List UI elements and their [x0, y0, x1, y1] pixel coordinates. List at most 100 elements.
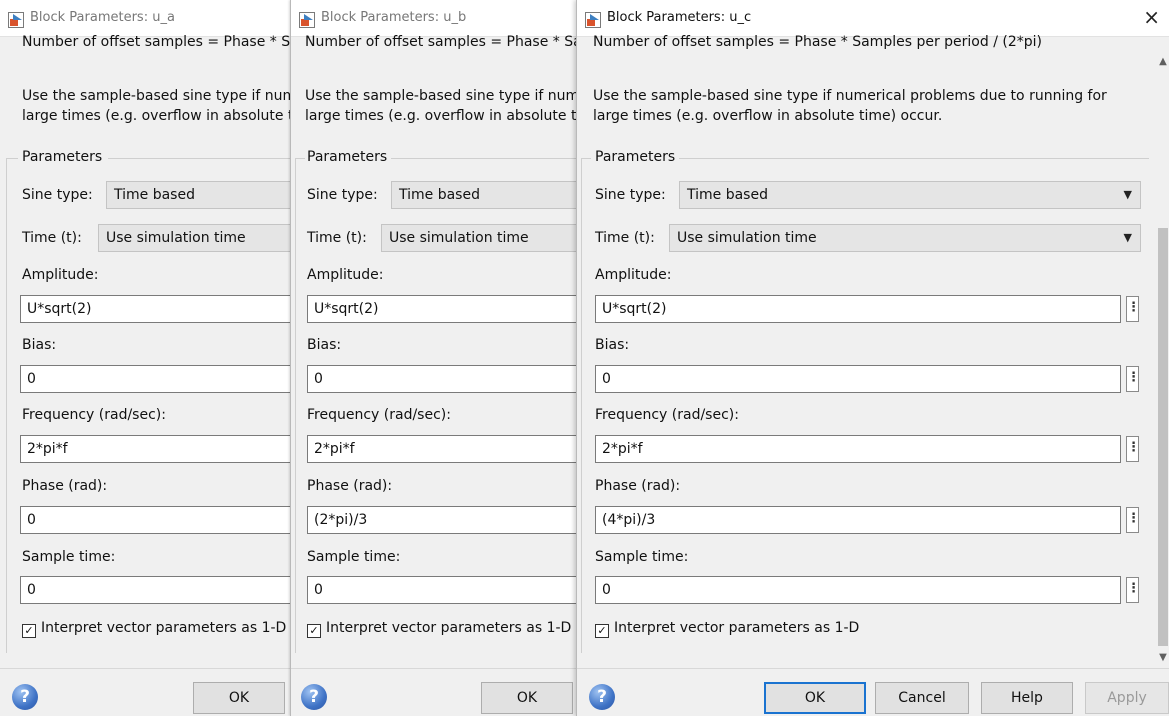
parameters-group-label: Parameters — [307, 149, 388, 165]
group-border — [108, 158, 320, 159]
interpret-vector-checkbox[interactable]: ✓ — [595, 624, 609, 638]
help-icon[interactable]: ? — [301, 684, 327, 710]
description-line-2: large times (e.g. overflow in absolute t… — [22, 108, 320, 124]
interpret-vector-checkbox-row[interactable]: ✓ Interpret vector parameters as 1-D — [307, 620, 571, 638]
sine-type-dropdown[interactable]: Time based ▼ — [679, 181, 1141, 209]
more-options-icon[interactable]: ⋮ — [1126, 366, 1140, 392]
group-border — [295, 158, 296, 653]
amplitude-input[interactable]: U*sqrt(2) — [307, 295, 611, 323]
help-icon[interactable]: ? — [589, 684, 615, 710]
scroll-down-icon[interactable]: ▼ — [1158, 652, 1168, 663]
amplitude-label: Amplitude: — [22, 267, 99, 283]
scrollbar-thumb[interactable] — [1158, 228, 1168, 646]
time-dropdown[interactable]: Use simulation time — [98, 224, 320, 252]
bias-input[interactable]: 0 — [307, 365, 611, 393]
sample-time-input[interactable]: 0 — [20, 576, 320, 604]
window-title: Block Parameters: u_a — [30, 10, 175, 25]
description-line-1: Use the sample-based sine type if numeri… — [305, 88, 611, 104]
phase-input[interactable]: (2*pi)/3 — [307, 506, 611, 534]
group-border — [6, 158, 7, 653]
interpret-vector-label: Interpret vector parameters as 1-D — [614, 620, 860, 636]
sine-type-dropdown[interactable]: Time based — [106, 181, 320, 209]
amplitude-label: Amplitude: — [307, 267, 384, 283]
chevron-down-icon: ▼ — [1123, 231, 1132, 244]
cancel-button[interactable]: Cancel — [875, 682, 969, 714]
sample-time-label: Sample time: — [595, 549, 689, 565]
apply-button[interactable]: Apply — [1085, 682, 1169, 714]
time-value: Use simulation time — [389, 230, 529, 246]
time-label: Time (t): — [595, 230, 655, 246]
phase-input[interactable]: 0 — [20, 506, 320, 534]
amplitude-input[interactable]: U*sqrt(2) — [595, 295, 1121, 323]
sine-type-label: Sine type: — [307, 187, 378, 203]
sample-time-label: Sample time: — [22, 549, 116, 565]
simulink-app-icon — [8, 12, 24, 28]
offset-formula-text: Number of offset samples = Phase * Sampl… — [22, 34, 320, 50]
frequency-input[interactable]: 2*pi*f — [307, 435, 611, 463]
bias-input[interactable]: 0 — [20, 365, 320, 393]
group-border — [295, 158, 305, 159]
sample-time-label: Sample time: — [307, 549, 401, 565]
sine-type-value: Time based — [114, 187, 195, 203]
group-border — [679, 158, 1149, 159]
ok-button[interactable]: OK — [193, 682, 285, 714]
sample-time-input[interactable]: 0 — [307, 576, 611, 604]
simulink-app-icon — [299, 12, 315, 28]
phase-label: Phase (rad): — [595, 478, 681, 494]
more-options-icon[interactable]: ⋮ — [1126, 507, 1140, 533]
description-line-2: large times (e.g. overflow in absolute t… — [593, 108, 943, 124]
sine-type-label: Sine type: — [595, 187, 666, 203]
chevron-down-icon: ▼ — [1123, 188, 1132, 201]
interpret-vector-checkbox[interactable]: ✓ — [307, 624, 321, 638]
amplitude-input[interactable]: U*sqrt(2) — [20, 295, 320, 323]
frequency-label: Frequency (rad/sec): — [22, 407, 166, 423]
close-icon[interactable]: × — [1143, 5, 1160, 29]
phase-label: Phase (rad): — [22, 478, 108, 494]
description-line-1: Use the sample-based sine type if numeri… — [22, 88, 320, 104]
offset-formula-text: Number of offset samples = Phase * Sampl… — [305, 34, 611, 50]
offset-formula-text: Number of offset samples = Phase * Sampl… — [593, 34, 1042, 50]
frequency-label: Frequency (rad/sec): — [307, 407, 451, 423]
help-button[interactable]: Help — [981, 682, 1073, 714]
window-title: Block Parameters: u_c — [607, 10, 752, 25]
dialog-u-a: Block Parameters: u_a Number of offset s… — [0, 0, 320, 716]
amplitude-label: Amplitude: — [595, 267, 672, 283]
more-options-icon[interactable]: ⋮ — [1126, 296, 1140, 322]
ok-button[interactable]: OK — [481, 682, 573, 714]
bias-label: Bias: — [595, 337, 630, 353]
bias-label: Bias: — [307, 337, 342, 353]
frequency-input[interactable]: 2*pi*f — [20, 435, 320, 463]
phase-label: Phase (rad): — [307, 478, 393, 494]
time-value: Use simulation time — [106, 230, 246, 246]
scroll-up-icon[interactable]: ▲ — [1158, 56, 1168, 67]
frequency-label: Frequency (rad/sec): — [595, 407, 739, 423]
time-value: Use simulation time — [677, 230, 817, 246]
interpret-vector-checkbox[interactable]: ✓ — [22, 624, 36, 638]
time-label: Time (t): — [307, 230, 367, 246]
sample-time-input[interactable]: 0 — [595, 576, 1121, 604]
button-bar-separator — [577, 668, 1169, 669]
group-border — [581, 158, 582, 653]
simulink-app-icon — [585, 12, 601, 28]
interpret-vector-checkbox-row[interactable]: ✓ Interpret vector parameters as 1-D — [22, 620, 286, 638]
phase-input[interactable]: (4*pi)/3 — [595, 506, 1121, 534]
interpret-vector-checkbox-row[interactable]: ✓ Interpret vector parameters as 1-D — [595, 620, 859, 638]
more-options-icon[interactable]: ⋮ — [1126, 436, 1140, 462]
sine-type-value: Time based — [687, 187, 768, 203]
description-line-2: large times (e.g. overflow in absolute t… — [305, 108, 611, 124]
description-line-1: Use the sample-based sine type if numeri… — [593, 88, 1107, 104]
dialog-u-c: Block Parameters: u_c × Number of offset… — [576, 0, 1169, 716]
ok-button[interactable]: OK — [764, 682, 866, 714]
sine-type-label: Sine type: — [22, 187, 93, 203]
group-border — [6, 158, 18, 159]
sine-type-value: Time based — [399, 187, 480, 203]
bias-input[interactable]: 0 — [595, 365, 1121, 393]
time-dropdown[interactable]: Use simulation time ▼ — [669, 224, 1141, 252]
button-bar-separator — [291, 668, 611, 669]
bias-label: Bias: — [22, 337, 57, 353]
help-icon[interactable]: ? — [12, 684, 38, 710]
more-options-icon[interactable]: ⋮ — [1126, 577, 1140, 603]
group-border — [581, 158, 591, 159]
interpret-vector-label: Interpret vector parameters as 1-D — [326, 620, 572, 636]
frequency-input[interactable]: 2*pi*f — [595, 435, 1121, 463]
